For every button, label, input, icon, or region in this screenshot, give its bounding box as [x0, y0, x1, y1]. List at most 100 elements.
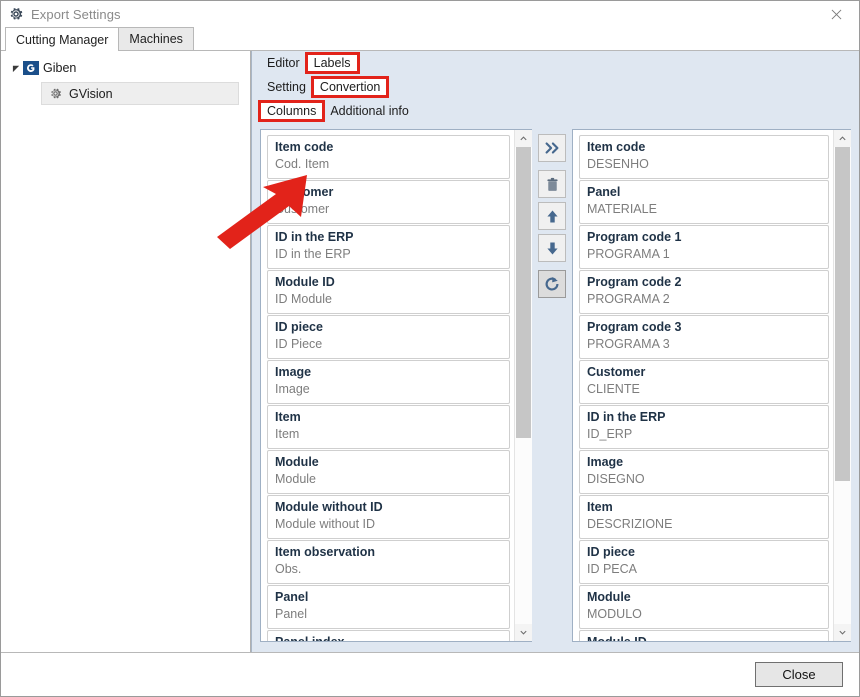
column-card[interactable]: Image Image — [267, 360, 510, 404]
chevron-up-icon[interactable] — [833, 130, 851, 147]
column-card-title: Item — [587, 500, 613, 514]
available-columns-items: Item code Cod. Item Customer Customer ID in … — [261, 130, 514, 641]
subtab-additional-info[interactable]: Additional info — [323, 102, 416, 120]
column-card-title: Image — [275, 365, 312, 379]
tab-machines[interactable]: Machines — [118, 27, 194, 50]
transfer-toolbar — [532, 129, 572, 642]
column-card-title: Item code — [275, 140, 334, 154]
main-body: Giben GVision Editor Labels Setting Conv… — [1, 51, 859, 652]
subtab-labels-label: Labels — [313, 55, 351, 70]
refresh-button[interactable] — [538, 270, 566, 298]
tree-node-gvision[interactable]: GVision — [41, 82, 239, 105]
column-card[interactable]: Module without ID Module without ID — [267, 495, 510, 539]
column-card[interactable]: Panel indexPanel index — [267, 630, 510, 641]
column-card[interactable]: ID piece ID PECA — [579, 540, 829, 584]
subtab-convertion[interactable]: Convertion — [310, 75, 390, 98]
column-card-title: Program code 3 — [587, 320, 682, 334]
giben-logo-icon — [23, 60, 39, 76]
tree-node-giben-label: Giben — [43, 61, 77, 75]
window-close-icon[interactable] — [814, 1, 859, 27]
move-up-button[interactable] — [538, 202, 566, 230]
column-card-subtitle: ID Module — [275, 292, 332, 306]
column-card[interactable]: Program code 1 PROGRAMA 1 — [579, 225, 829, 269]
column-card[interactable]: Customer Customer — [267, 180, 510, 224]
subtab-labels[interactable]: Labels — [304, 51, 360, 74]
chevron-down-icon[interactable] — [514, 624, 532, 641]
gear-icon — [48, 86, 63, 101]
column-card[interactable]: Image DISEGNO — [579, 450, 829, 494]
subtab-setting-label: Setting — [267, 79, 306, 94]
gear-icon — [8, 6, 24, 22]
window-title: Export Settings — [31, 6, 121, 22]
column-card-title: ID in the ERP — [275, 230, 354, 244]
subtab-editor[interactable]: Editor — [260, 54, 307, 72]
column-card[interactable]: Item Item — [267, 405, 510, 449]
column-card[interactable]: Item DESCRIZIONE — [579, 495, 829, 539]
available-columns-scrollbar[interactable] — [514, 130, 532, 641]
subtab-additional-info-label: Additional info — [330, 104, 409, 118]
main-tab-strip: Cutting Manager Machines — [1, 27, 859, 51]
selected-columns-scrollbar[interactable] — [833, 130, 851, 641]
column-card-subtitle: Cod. Item — [275, 157, 330, 171]
column-card-title: ID piece — [587, 545, 635, 559]
subtab-columns-label: Columns — [267, 104, 317, 118]
chevron-down-icon[interactable] — [833, 624, 851, 641]
column-card[interactable]: Customer CLIENTE — [579, 360, 829, 404]
tree-node-gvision-label: GVision — [69, 86, 113, 101]
column-card[interactable]: Module IDMODULO ID — [579, 630, 829, 641]
subtab-setting[interactable]: Setting — [260, 78, 313, 96]
close-button-label: Close — [782, 667, 816, 682]
column-card-title: Module — [587, 590, 631, 604]
subtab-columns[interactable]: Columns — [257, 100, 326, 122]
column-card[interactable]: Program code 2 PROGRAMA 2 — [579, 270, 829, 314]
column-card[interactable]: Module ID ID Module — [267, 270, 510, 314]
triangle-down-icon[interactable] — [9, 64, 23, 73]
column-card[interactable]: ID in the ERP ID in the ERP — [267, 225, 510, 269]
available-columns-list[interactable]: Item code Cod. Item Customer Customer ID in … — [260, 129, 532, 642]
tab-cutting-manager-label: Cutting Manager — [16, 32, 109, 47]
column-card[interactable]: ID piece ID Piece — [267, 315, 510, 359]
delete-button[interactable] — [538, 170, 566, 198]
export-settings-window: Export Settings Cutting Manager Machines — [0, 0, 860, 697]
column-card-title: ID in the ERP — [587, 410, 666, 424]
column-card-title: Module — [275, 455, 319, 469]
close-button[interactable]: Close — [755, 662, 843, 687]
scrollbar-thumb[interactable] — [515, 147, 531, 438]
column-card-subtitle: MATERIALE — [587, 202, 657, 216]
scrollbar-track[interactable] — [514, 147, 532, 624]
column-card[interactable]: Program code 3 PROGRAMA 3 — [579, 315, 829, 359]
tab-machines-label: Machines — [129, 32, 183, 46]
column-card-subtitle: DESCRIZIONE — [587, 517, 673, 531]
column-card-title: Customer — [587, 365, 646, 379]
scrollbar-track[interactable] — [833, 147, 851, 624]
tab-cutting-manager[interactable]: Cutting Manager — [5, 27, 120, 51]
move-down-button[interactable] — [538, 234, 566, 262]
scrollbar-thumb[interactable] — [834, 147, 850, 481]
move-all-right-button[interactable] — [538, 134, 566, 162]
selected-columns-list[interactable]: Item code DESENHO Panel MATERIALE Program co… — [572, 129, 851, 642]
column-card[interactable]: Module MODULO — [579, 585, 829, 629]
column-card[interactable]: Item code DESENHO — [579, 135, 829, 179]
column-card-subtitle: Image — [275, 382, 310, 396]
column-card-title: Module ID — [275, 275, 335, 289]
column-card-subtitle: DISEGNO — [587, 472, 645, 486]
column-card-subtitle: Obs. — [275, 562, 302, 576]
column-card-subtitle: PROGRAMA 2 — [587, 292, 670, 306]
column-card[interactable]: Item observation Obs. — [267, 540, 510, 584]
column-card[interactable]: Item code Cod. Item — [267, 135, 510, 179]
machine-tree-pane: Giben GVision — [1, 51, 251, 652]
column-card-subtitle: Module without ID — [275, 517, 376, 531]
column-card-subtitle: CLIENTE — [587, 382, 640, 396]
column-card[interactable]: Module Module — [267, 450, 510, 494]
tree-node-giben[interactable]: Giben — [1, 57, 250, 79]
subtab-row-editor-labels: Editor Labels — [252, 51, 859, 74]
title-bar: Export Settings — [1, 1, 859, 27]
column-card[interactable]: ID in the ERP ID_ERP — [579, 405, 829, 449]
column-card-subtitle: PROGRAMA 1 — [587, 247, 670, 261]
column-card[interactable]: Panel MATERIALE — [579, 180, 829, 224]
column-card-title: Panel index — [275, 634, 502, 641]
chevron-up-icon[interactable] — [514, 130, 532, 147]
column-card-subtitle: MODULO — [587, 607, 642, 621]
column-card-title: Customer — [275, 185, 334, 199]
column-card[interactable]: Panel Panel — [267, 585, 510, 629]
